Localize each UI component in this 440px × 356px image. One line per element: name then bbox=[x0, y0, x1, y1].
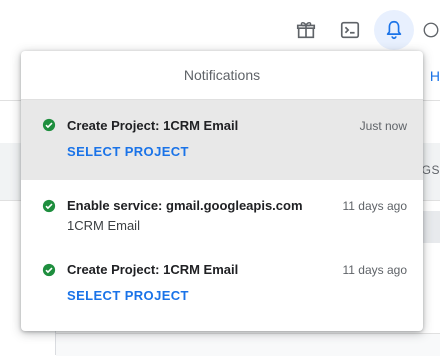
success-check-icon bbox=[42, 118, 56, 132]
help-button[interactable] bbox=[418, 10, 440, 50]
bell-icon bbox=[386, 20, 402, 40]
background-footer bbox=[56, 333, 440, 356]
cloud-shell-button[interactable] bbox=[330, 10, 370, 50]
select-project-link[interactable]: SELECT PROJECT bbox=[67, 144, 189, 159]
top-bar-icons bbox=[286, 10, 440, 50]
select-project-link[interactable]: SELECT PROJECT bbox=[67, 288, 189, 303]
notifications-button[interactable] bbox=[374, 10, 414, 50]
popup-title: Notifications bbox=[21, 51, 423, 100]
notifications-popup: Notifications Create Project: 1CRM Email… bbox=[21, 51, 423, 331]
notification-title: Create Project: 1CRM Email bbox=[67, 118, 239, 133]
notification-title: Enable service: gmail.googleapis.com bbox=[67, 198, 303, 213]
success-check-icon bbox=[42, 199, 56, 213]
cloud-shell-icon bbox=[340, 21, 360, 39]
notification-title: Create Project: 1CRM Email bbox=[67, 262, 239, 277]
notification-item[interactable]: Create Project: 1CRM Email 11 days ago S… bbox=[21, 248, 423, 318]
gift-icon bbox=[296, 22, 316, 39]
gift-button[interactable] bbox=[286, 10, 326, 50]
background-block bbox=[420, 211, 440, 243]
success-check-icon bbox=[42, 263, 56, 277]
notification-subtitle: 1CRM Email bbox=[67, 218, 140, 233]
help-icon bbox=[423, 22, 439, 38]
notification-item[interactable]: Enable service: gmail.googleapis.com 11 … bbox=[21, 180, 423, 248]
background-link[interactable]: H bbox=[430, 68, 440, 84]
notification-time: 11 days ago bbox=[342, 263, 408, 277]
notification-time: Just now bbox=[359, 119, 407, 133]
notification-item[interactable]: Create Project: 1CRM Email Just now SELE… bbox=[21, 100, 423, 180]
notification-time: 11 days ago bbox=[342, 199, 408, 213]
